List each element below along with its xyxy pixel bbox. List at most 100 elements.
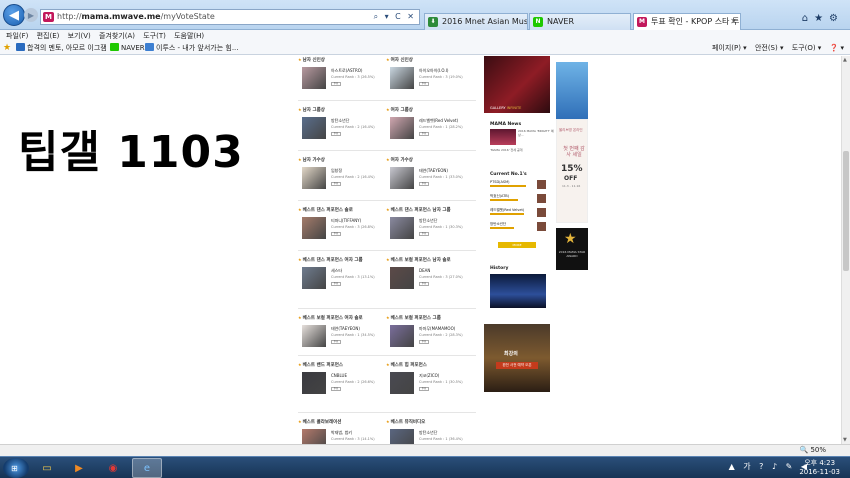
news-subline[interactable]: 'MAMA 2016' 전세 공개 <box>490 148 530 152</box>
url-field[interactable]: M http://mama.mwave.me/myVoteState ⌕ ▾ C… <box>40 9 420 25</box>
scroll-down-icon[interactable]: ▼ <box>843 437 847 443</box>
current-no1-item[interactable]: PTSD(ASM) <box>490 180 546 191</box>
news-headline[interactable]: 2016 MAMA 'BRIGHT' 예상... <box>518 129 558 137</box>
media-player-taskbar-icon[interactable]: ▶ <box>64 458 94 478</box>
url-tools[interactable]: ⌕ ▾ C ✕ <box>374 10 416 24</box>
explorer-taskbar-icon[interactable]: ▭ <box>32 458 62 478</box>
tab-naver[interactable]: N NAVER <box>529 13 631 30</box>
cosmetic-ad[interactable] <box>556 62 588 119</box>
forward-button[interactable]: ▶ <box>24 8 38 22</box>
favorites-bar: ★ 합격의 멘토, 아모르 이그잼 NAVER 이투스 - 내가 앞서가는 힘.… <box>0 42 850 55</box>
favorite-label: NAVER <box>121 44 145 52</box>
current-rank: Current Rank : 2 (28.3%) <box>419 333 463 337</box>
favorite-amor-exam[interactable]: 합격의 멘토, 아모르 이그잼 <box>16 42 107 55</box>
current-no1-item[interactable]: 방탄소년단 <box>490 222 546 233</box>
candidate-thumbnail[interactable] <box>390 217 414 239</box>
url-path: /myVoteState <box>160 12 215 21</box>
start-button[interactable]: ⊞ <box>3 458 29 478</box>
vote-button[interactable]: 투표 <box>419 232 429 236</box>
oliveyoung-sale-ad[interactable]: 올리브영 온라인 첫 번째 감사 세일 15% OFF 11.3 - 11.16 <box>556 119 588 223</box>
vote-button[interactable]: 투표 <box>419 340 429 344</box>
back-button[interactable]: ◀ <box>3 4 25 26</box>
help-icon[interactable]: ❓ ▾ <box>830 44 844 52</box>
favorites-star-icon[interactable]: ★ <box>814 13 829 24</box>
vote-button[interactable]: 투표 <box>331 232 341 236</box>
candidate-thumbnail[interactable] <box>390 325 414 347</box>
vote-button[interactable]: 투표 <box>331 282 341 286</box>
scrollbar-thumb[interactable] <box>843 151 849 271</box>
candidate-thumbnail[interactable] <box>302 67 326 89</box>
favorite-etoos[interactable]: 이투스 - 내가 앞서가는 힘... <box>145 42 239 55</box>
candidate-thumbnail[interactable] <box>302 217 326 239</box>
current-rank: Current Rank : 2 (16.4%) <box>331 125 375 129</box>
chrome-taskbar-icon[interactable]: ◉ <box>98 458 128 478</box>
gallery-banner[interactable]: GALLERY INFINITE <box>484 56 550 113</box>
tools-menu[interactable]: 도구(O) ▾ <box>792 44 822 52</box>
candidate-thumbnail[interactable] <box>390 117 414 139</box>
scroll-up-icon[interactable]: ▲ <box>843 57 847 63</box>
candidate-thumbnail[interactable] <box>390 372 414 394</box>
tab-close-icon[interactable]: ✕ <box>730 14 737 29</box>
system-clock[interactable]: 오후 4:23 2016-11-03 <box>799 459 840 477</box>
menu-tools[interactable]: 도구(T) <box>143 30 166 42</box>
vote-button[interactable]: 투표 <box>331 340 341 344</box>
system-tray[interactable]: ▲ 가 ? ♪ ✎ ◀ <box>729 461 810 472</box>
candidate-card: 세스타 Current Rank : 3 (13.1%) 투표 <box>298 263 388 297</box>
candidate-thumbnail[interactable] <box>302 325 326 347</box>
favorite-naver[interactable]: NAVER <box>110 42 145 55</box>
star-icon: ★ <box>564 231 577 247</box>
candidate-thumbnail[interactable] <box>390 167 414 189</box>
vote-button[interactable]: 투표 <box>419 282 429 286</box>
candidate-thumbnail[interactable] <box>390 429 414 444</box>
vote-button[interactable]: 투표 <box>419 387 429 391</box>
mama-ad-text: 2016 MAMA STAR AWARD <box>558 250 586 258</box>
category-title: 베스트 댄스 퍼포먼스 여자 그룹 <box>298 256 388 263</box>
vote-button[interactable]: 투표 <box>331 132 341 136</box>
vote-button[interactable]: 투표 <box>331 182 341 186</box>
zoom-control[interactable]: 🔍 50% <box>800 446 827 454</box>
category-title: 베스트 보컬 퍼포먼스 여자 솔로 <box>298 314 388 321</box>
vote-button[interactable]: 투표 <box>419 82 429 86</box>
favorites-star-icon[interactable]: ★ <box>3 42 11 55</box>
page-menu[interactable]: 페이지(P) ▾ <box>712 44 747 52</box>
row-divider <box>298 200 476 201</box>
candidate-thumbnail[interactable] <box>302 372 326 394</box>
vote-button[interactable]: 투표 <box>331 387 341 391</box>
current-no1-item[interactable]: 박효신(ATB) <box>490 194 546 205</box>
page-content: 팁갤 1103 남자 신인상아스트로(ASTRO) Current Rank : … <box>0 56 841 444</box>
right-sidebar: GALLERY INFINITE MAMA News 2016 MAMA 'BR… <box>484 56 554 444</box>
vote-button[interactable]: 투표 <box>331 82 341 86</box>
status-bar: 🔍 50% <box>0 444 850 456</box>
candidate-thumbnail[interactable] <box>302 167 326 189</box>
settings-gear-icon[interactable]: ⚙ <box>829 13 844 24</box>
candidate-card: 레드벨벳(Red Velvet) Current Rank : 1 (28.2%)… <box>386 113 476 147</box>
game-ad-title: 최강의 <box>504 351 518 357</box>
candidate-thumbnail[interactable] <box>302 117 326 139</box>
candidate-thumbnail[interactable] <box>390 67 414 89</box>
menu-help[interactable]: 도움말(H) <box>174 30 204 42</box>
naver-favicon-icon <box>110 43 119 51</box>
vote-button[interactable]: 투표 <box>419 132 429 136</box>
menu-view[interactable]: 보기(V) <box>68 30 91 42</box>
mama-star-award-ad[interactable]: ★ 2016 MAMA STAR AWARD <box>556 228 588 270</box>
menu-favorites[interactable]: 즐겨찾기(A) <box>99 30 135 42</box>
ie-taskbar-icon[interactable]: e <box>132 458 162 478</box>
game-ad-banner[interactable]: 최강의 완전 사전 예약 오픈 <box>484 324 550 392</box>
home-icon[interactable]: ⌂ <box>802 13 814 24</box>
candidate-thumbnail[interactable] <box>302 429 326 444</box>
more-button[interactable]: MORE <box>498 242 536 248</box>
vertical-scrollbar[interactable]: ▲ ▼ <box>841 56 850 444</box>
candidate-thumbnail[interactable] <box>302 267 326 289</box>
mwave-favicon-icon: M <box>637 17 647 27</box>
menu-edit[interactable]: 편집(E) <box>37 30 60 42</box>
tab-vote-check[interactable]: M 투표 확인 - KPOP 스타 투... ✕ <box>633 13 741 30</box>
menu-file[interactable]: 파일(F) <box>6 30 28 42</box>
current-rank: Current Rank : 3 (14.1%) <box>331 437 375 441</box>
news-thumbnail[interactable] <box>490 129 516 145</box>
current-no1-item[interactable]: 레드벨벳(Red Velvet) <box>490 208 546 219</box>
vote-button[interactable]: 투표 <box>419 182 429 186</box>
safety-menu[interactable]: 안전(S) ▾ <box>755 44 784 52</box>
tab-mama-awards[interactable]: ⬇ 2016 Mnet Asian Music Awar... <box>424 13 528 30</box>
history-image[interactable] <box>490 274 546 308</box>
candidate-thumbnail[interactable] <box>390 267 414 289</box>
